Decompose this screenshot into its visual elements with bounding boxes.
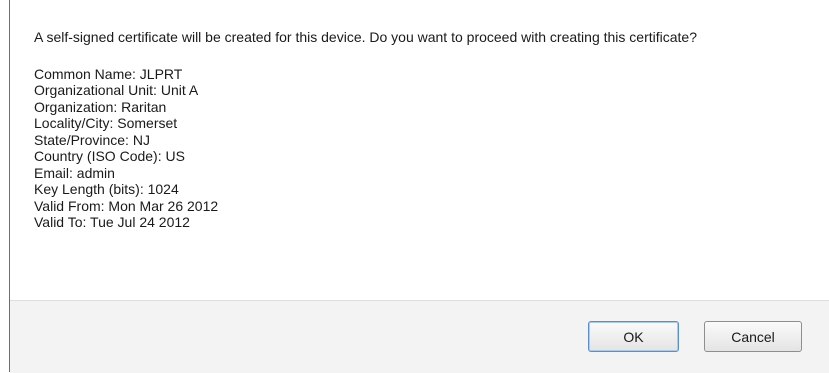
field-state-province: State/Province: NJ: [34, 131, 150, 148]
field-country: Country (ISO Code): US: [34, 148, 185, 164]
field-valid-to: Valid To: Tue Jul 24 2012: [34, 214, 190, 230]
dialog-button-bar: OK Cancel: [10, 300, 829, 373]
certificate-confirm-dialog: A self-signed certificate will be create…: [0, 0, 829, 373]
field-valid-from: Valid From: Mon Mar 26 2012: [34, 197, 219, 214]
cancel-button[interactable]: Cancel: [704, 321, 802, 352]
ok-button[interactable]: OK: [588, 321, 679, 352]
confirm-message: A self-signed certificate will be create…: [34, 29, 697, 45]
field-locality-city: Locality/City: Somerset: [34, 115, 178, 131]
certificate-details: Common Name: JLPRT Organizational Unit: …: [34, 66, 824, 231]
field-organization: Organization: Raritan: [34, 98, 167, 115]
field-organizational-unit: Organizational Unit: Unit A: [34, 82, 199, 98]
field-email: Email: admin: [34, 164, 115, 181]
dialog-content: A self-signed certificate will be create…: [34, 29, 824, 231]
field-common-name: Common Name: JLPRT: [34, 65, 183, 82]
field-key-length: Key Length (bits): 1024: [34, 181, 179, 197]
